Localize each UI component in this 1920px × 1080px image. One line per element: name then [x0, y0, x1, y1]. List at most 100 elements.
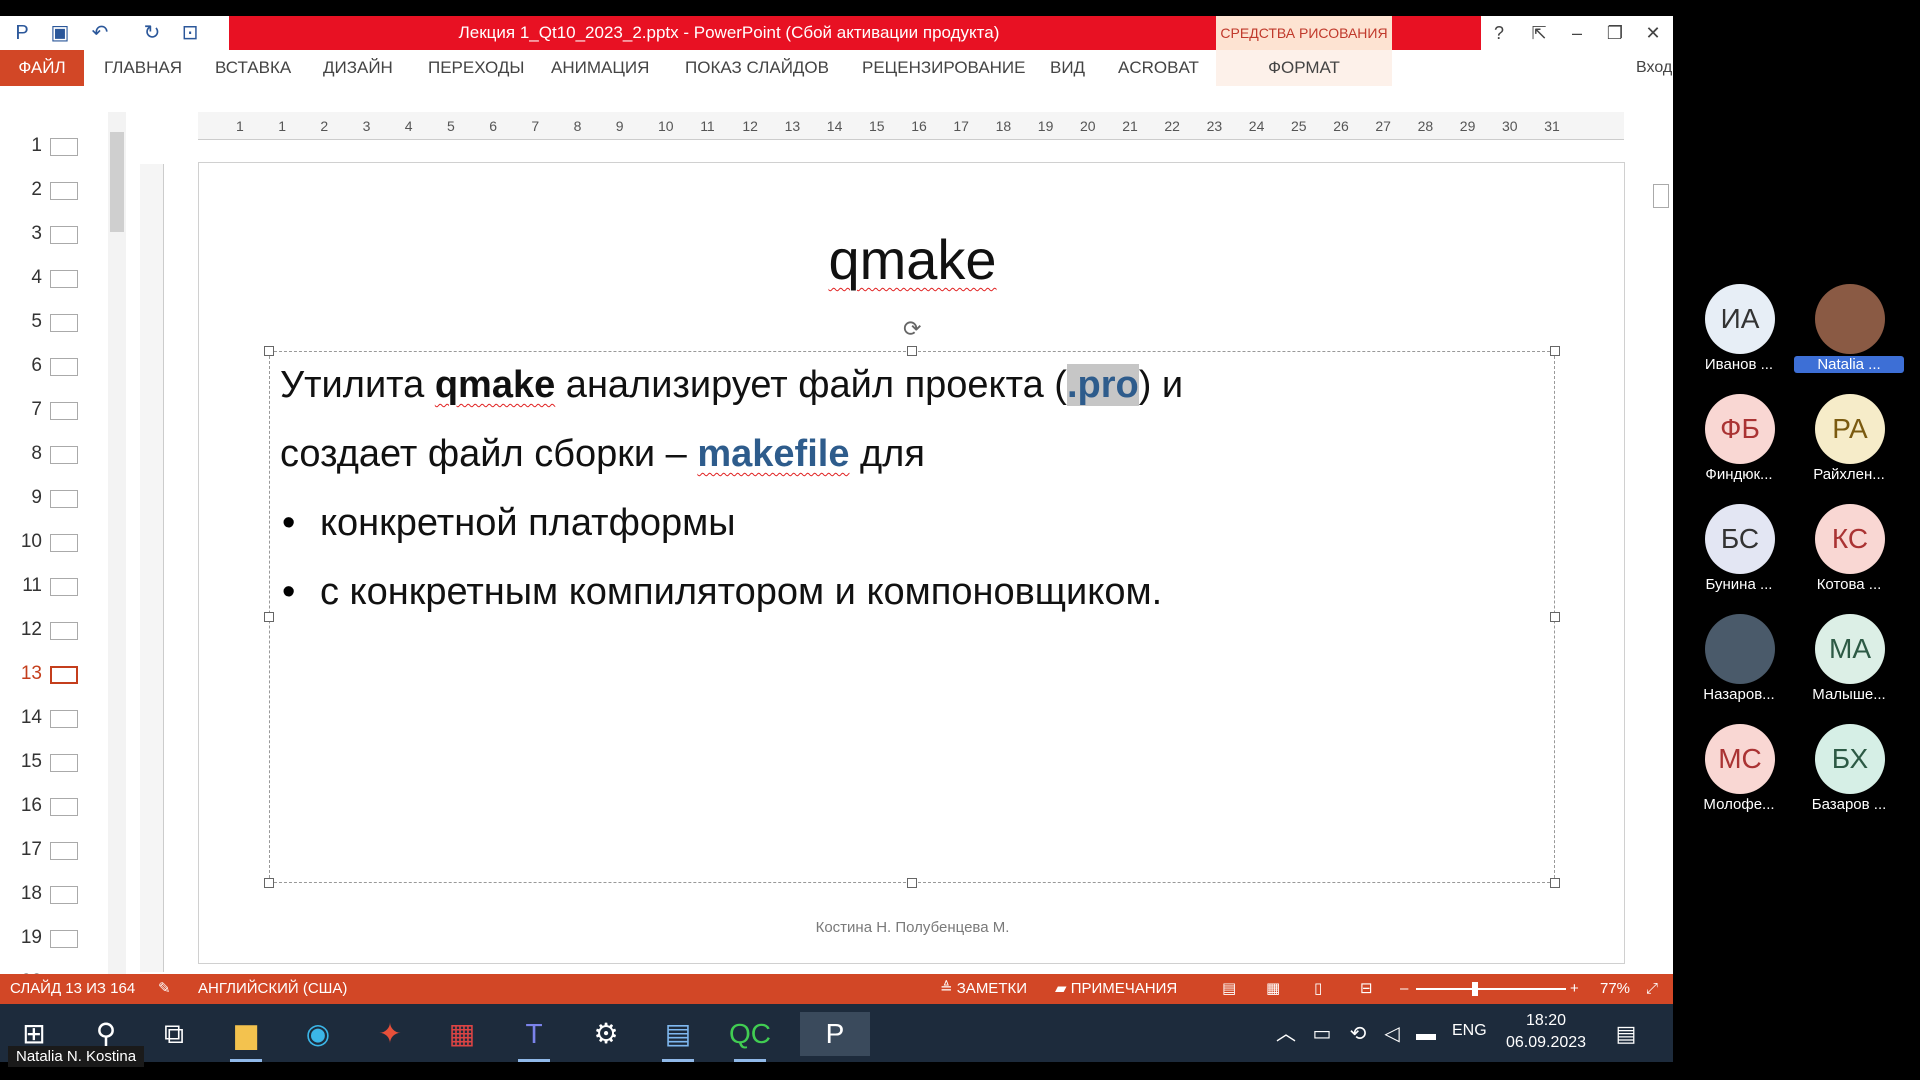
qt-creator-icon[interactable]: QC [728, 1012, 772, 1062]
zoom-slider[interactable] [1416, 988, 1566, 990]
task-view-icon[interactable]: ⧉ [152, 1012, 196, 1056]
thumbnail-preview [50, 314, 78, 332]
participant-tile[interactable]: Назаров... [1684, 614, 1794, 724]
participant-tile[interactable]: КС Котова ... [1794, 504, 1904, 614]
edge-icon[interactable]: ◉ [296, 1012, 340, 1056]
zoom-out-icon[interactable]: – [1400, 974, 1408, 1004]
slide-thumbnail[interactable]: 7 [0, 390, 110, 430]
slide-sorter-icon[interactable]: ▦ [1266, 974, 1280, 1004]
undo-icon[interactable]: ↶ [86, 20, 114, 46]
comments-button[interactable]: ▰ ПРИМЕЧАНИЯ [1055, 974, 1177, 1004]
presentation-icon[interactable]: ⊡ [176, 20, 204, 46]
slide-thumbnail[interactable]: 9 [0, 478, 110, 518]
language-indicator[interactable]: АНГЛИЙСКИЙ (США) [198, 974, 347, 1004]
slide-thumbnail[interactable]: 18 [0, 874, 110, 914]
resize-handle[interactable] [264, 612, 274, 622]
rotate-handle-icon[interactable]: ⟳ [903, 316, 921, 342]
sign-in-link[interactable]: Вход [1636, 50, 1672, 86]
thumbnail-number: 11 [22, 575, 42, 596]
thumbnail-preview [50, 490, 78, 508]
resize-handle[interactable] [907, 878, 917, 888]
scroll-thumb[interactable] [110, 132, 124, 232]
powerpoint-taskbar-icon[interactable]: P [800, 1012, 870, 1056]
tab-format[interactable]: ФОРМАТ [1216, 50, 1392, 86]
slide-title[interactable]: qmake [199, 227, 1626, 292]
zoom-slider-knob[interactable] [1472, 982, 1478, 996]
slide-thumbnail[interactable]: 12 [0, 610, 110, 650]
slide-thumbnail[interactable]: 17 [0, 830, 110, 870]
tab-review[interactable]: РЕЦЕНЗИРОВАНИЕ [862, 50, 1026, 86]
resize-handle[interactable] [1550, 878, 1560, 888]
resize-handle[interactable] [264, 346, 274, 356]
tab-design[interactable]: ДИЗАЙН [323, 50, 393, 86]
settings-icon[interactable]: ⚙ [584, 1012, 628, 1056]
participant-tile[interactable]: РА Райхлен... [1794, 394, 1904, 504]
participant-tile[interactable]: ФБ Финдюк... [1684, 394, 1794, 504]
minimize-icon[interactable]: – [1558, 16, 1596, 50]
participant-tile[interactable]: БС Бунина ... [1684, 504, 1794, 614]
save-icon[interactable]: ▣ [46, 20, 74, 46]
tab-view[interactable]: ВИД [1050, 50, 1085, 86]
fit-to-window-icon[interactable]: ⤢ [1646, 974, 1658, 1004]
slide-thumbnail[interactable]: 1 [0, 126, 110, 166]
participant-tile[interactable]: ИА Иванов ... [1684, 284, 1794, 394]
zoom-in-icon[interactable]: + [1570, 974, 1579, 1004]
thumbnail-scrollbar[interactable] [108, 112, 126, 984]
tab-file[interactable]: ФАЙЛ [0, 50, 84, 86]
slide-thumbnail[interactable]: 2 [0, 170, 110, 210]
restore-icon[interactable]: ❐ [1596, 16, 1634, 50]
notifications-icon[interactable]: ▤ [1604, 1012, 1648, 1056]
reading-view-icon[interactable]: ▯ [1314, 974, 1322, 1004]
comments-label: ПРИМЕЧАНИЯ [1070, 980, 1178, 997]
resize-handle[interactable] [264, 878, 274, 888]
title-bar: P ▣ ↶ ↻ ⊡ Лекция 1_Qt10_2023_2.pptx - Po… [0, 16, 1673, 50]
participant-tile[interactable]: Natalia ... [1794, 284, 1904, 394]
tab-transitions[interactable]: ПЕРЕХОДЫ [428, 50, 524, 86]
clock[interactable]: 18:20 06.09.2023 [1496, 1010, 1596, 1054]
slide-thumbnail[interactable]: 5 [0, 302, 110, 342]
slide-thumbnail[interactable]: 10 [0, 522, 110, 562]
tab-animation[interactable]: АНИМАЦИЯ [551, 50, 649, 86]
app-window-icon[interactable]: ▤ [656, 1012, 700, 1062]
tab-acrobat[interactable]: ACROBAT [1118, 50, 1199, 86]
help-button[interactable]: ? [1480, 16, 1518, 50]
resize-handle[interactable] [907, 346, 917, 356]
redo-icon[interactable]: ↻ [138, 20, 166, 46]
slide-thumbnail[interactable]: 6 [0, 346, 110, 386]
slide-thumbnail[interactable]: 13 [0, 654, 110, 694]
notes-button[interactable]: ≜ ЗАМЕТКИ [940, 974, 1027, 1004]
tab-insert[interactable]: ВСТАВКА [215, 50, 291, 86]
input-language[interactable]: ENG [1452, 1022, 1487, 1040]
winrar-icon[interactable]: ▦ [440, 1012, 484, 1056]
tab-slideshow[interactable]: ПОКАЗ СЛАЙДОВ [685, 50, 829, 86]
participant-tile[interactable]: МА Малыше... [1794, 614, 1904, 724]
slide-thumbnail[interactable]: 16 [0, 786, 110, 826]
resize-handle[interactable] [1550, 612, 1560, 622]
slideshow-view-icon[interactable]: ⊟ [1360, 974, 1373, 1004]
zoom-level[interactable]: 77% [1600, 974, 1630, 1004]
thumbnail-preview [50, 226, 78, 244]
figma-icon[interactable]: ✦ [368, 1012, 412, 1056]
battery-icon[interactable]: ▬ [1404, 1012, 1448, 1056]
slide-thumbnail[interactable]: 8 [0, 434, 110, 474]
ribbon-display-icon[interactable]: ⇱ [1520, 16, 1558, 50]
slide-thumbnail[interactable]: 3 [0, 214, 110, 254]
participant-tile[interactable]: БХ Базаров ... [1794, 724, 1904, 834]
tab-home[interactable]: ГЛАВНАЯ [104, 50, 182, 86]
participant-tile[interactable]: МС Молофе... [1684, 724, 1794, 834]
normal-view-icon[interactable]: ▤ [1222, 974, 1236, 1004]
resize-handle[interactable] [1550, 346, 1560, 356]
slide-scrollbar[interactable] [1651, 112, 1671, 962]
slide-thumbnail[interactable]: 4 [0, 258, 110, 298]
text-placeholder[interactable]: ⟳ Утилита qmake анализирует файл проекта… [264, 316, 1560, 888]
file-explorer-icon[interactable]: ▆ [224, 1012, 268, 1062]
slide-thumbnail[interactable]: 19 [0, 918, 110, 958]
slide-thumbnail[interactable]: 15 [0, 742, 110, 782]
close-icon[interactable]: ✕ [1634, 16, 1672, 50]
slide-thumbnail[interactable]: 11 [0, 566, 110, 606]
slide-counter: СЛАЙД 13 ИЗ 164 [10, 980, 136, 997]
scroll-thumb[interactable] [1653, 184, 1669, 208]
teams-icon[interactable]: T [512, 1012, 556, 1062]
spellcheck-icon[interactable]: ✎ [158, 974, 171, 1004]
slide-thumbnail[interactable]: 14 [0, 698, 110, 738]
